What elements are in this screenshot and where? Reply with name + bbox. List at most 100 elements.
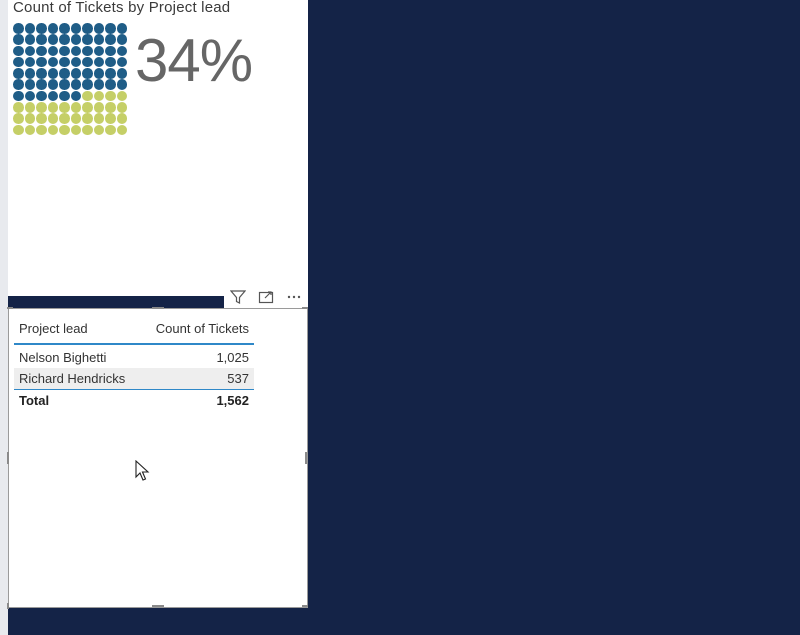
total-label: Total — [14, 389, 142, 411]
waffle-dot — [47, 90, 58, 102]
waffle-dot — [59, 45, 70, 57]
waffle-dot — [93, 113, 104, 124]
waffle-dot — [116, 79, 127, 90]
waffle-dot — [116, 90, 127, 102]
waffle-dot — [24, 45, 35, 57]
waffle-dot — [70, 56, 81, 68]
table-row[interactable]: Nelson Bighetti 1,025 — [14, 344, 254, 368]
waffle-dot — [13, 45, 24, 57]
resize-handle-top[interactable] — [152, 307, 164, 309]
waffle-dot — [116, 34, 127, 45]
waffle-dot — [59, 56, 70, 68]
resize-handle-bottom[interactable] — [152, 605, 164, 607]
waffle-grid — [13, 23, 128, 136]
resize-handle-left[interactable] — [7, 452, 9, 464]
waffle-dot — [36, 68, 47, 79]
waffle-dot — [70, 102, 81, 113]
waffle-dot — [24, 68, 35, 79]
waffle-dot — [82, 23, 93, 34]
waffle-dot — [105, 34, 116, 45]
mouse-pointer-icon — [135, 459, 151, 487]
waffle-dot — [82, 68, 93, 79]
waffle-dot — [59, 79, 70, 90]
waffle-dot — [24, 34, 35, 45]
waffle-dot — [105, 56, 116, 68]
waffle-dot — [93, 34, 104, 45]
waffle-dot — [93, 79, 104, 90]
waffle-dot — [47, 56, 58, 68]
waffle-dot — [93, 45, 104, 57]
waffle-dot — [36, 102, 47, 113]
waffle-dot — [59, 68, 70, 79]
waffle-dot — [24, 23, 35, 34]
waffle-dot — [13, 79, 24, 90]
waffle-dot — [24, 124, 35, 136]
waffle-dot — [47, 68, 58, 79]
waffle-dot — [70, 90, 81, 102]
waffle-dot — [36, 124, 47, 136]
waffle-dot — [105, 23, 116, 34]
filter-icon[interactable] — [227, 288, 249, 306]
waffle-dot — [105, 79, 116, 90]
waffle-dot — [105, 124, 116, 136]
cell-lead: Richard Hendricks — [14, 368, 142, 390]
waffle-dot — [36, 113, 47, 124]
column-header-count-of-tickets[interactable]: Count of Tickets — [141, 313, 254, 345]
table-row[interactable]: Richard Hendricks 537 — [14, 368, 254, 390]
visual-title: Count of Tickets by Project lead — [13, 0, 231, 16]
waffle-dot — [36, 23, 47, 34]
resize-handle-tr[interactable] — [302, 307, 308, 309]
waffle-dot — [82, 79, 93, 90]
waffle-dot — [59, 90, 70, 102]
waffle-dot — [116, 23, 127, 34]
waffle-dot — [13, 34, 24, 45]
waffle-dot — [47, 113, 58, 124]
waffle-dot — [59, 102, 70, 113]
waffle-dot — [24, 113, 35, 124]
waffle-dot — [36, 56, 47, 68]
resize-handle-br[interactable] — [302, 605, 308, 607]
waffle-dot — [36, 90, 47, 102]
waffle-dot — [82, 90, 93, 102]
resize-handle-tl[interactable] — [7, 307, 13, 309]
waffle-dot — [93, 68, 104, 79]
waffle-dot — [93, 124, 104, 136]
waffle-dot — [93, 56, 104, 68]
waffle-dot — [70, 34, 81, 45]
waffle-dot — [93, 102, 104, 113]
waffle-dot — [93, 90, 104, 102]
waffle-dot — [47, 102, 58, 113]
waffle-dot — [36, 34, 47, 45]
waffle-dot — [59, 124, 70, 136]
waffle-dot — [13, 68, 24, 79]
more-options-icon[interactable] — [283, 288, 305, 306]
waffle-dot — [105, 68, 116, 79]
visual-header-toolbar — [224, 286, 308, 308]
waffle-dot — [59, 113, 70, 124]
data-table: Project lead Count of Tickets Nelson Big… — [14, 313, 254, 411]
waffle-dot — [36, 45, 47, 57]
waffle-dot — [116, 113, 127, 124]
waffle-dot — [82, 56, 93, 68]
cell-count: 1,025 — [216, 350, 249, 365]
waffle-dot — [24, 79, 35, 90]
waffle-dot — [24, 56, 35, 68]
focus-mode-icon[interactable] — [255, 288, 277, 306]
resize-handle-bl[interactable] — [7, 603, 9, 609]
cell-lead: Nelson Bighetti — [19, 350, 107, 365]
waffle-chart-visual[interactable]: Count of Tickets by Project lead 34% — [8, 0, 308, 296]
waffle-dot — [82, 113, 93, 124]
table-visual[interactable]: Project lead Count of Tickets Nelson Big… — [8, 308, 308, 608]
waffle-dot — [105, 102, 116, 113]
column-header-project-lead[interactable]: Project lead — [14, 313, 142, 345]
waffle-dot — [13, 124, 24, 136]
waffle-dot — [82, 45, 93, 57]
waffle-dot — [47, 34, 58, 45]
waffle-dot — [13, 113, 24, 124]
waffle-dot — [70, 45, 81, 57]
waffle-dot — [36, 79, 47, 90]
resize-handle-right[interactable] — [305, 452, 307, 464]
waffle-dot — [59, 34, 70, 45]
waffle-dot — [116, 68, 127, 79]
waffle-dot — [93, 23, 104, 34]
